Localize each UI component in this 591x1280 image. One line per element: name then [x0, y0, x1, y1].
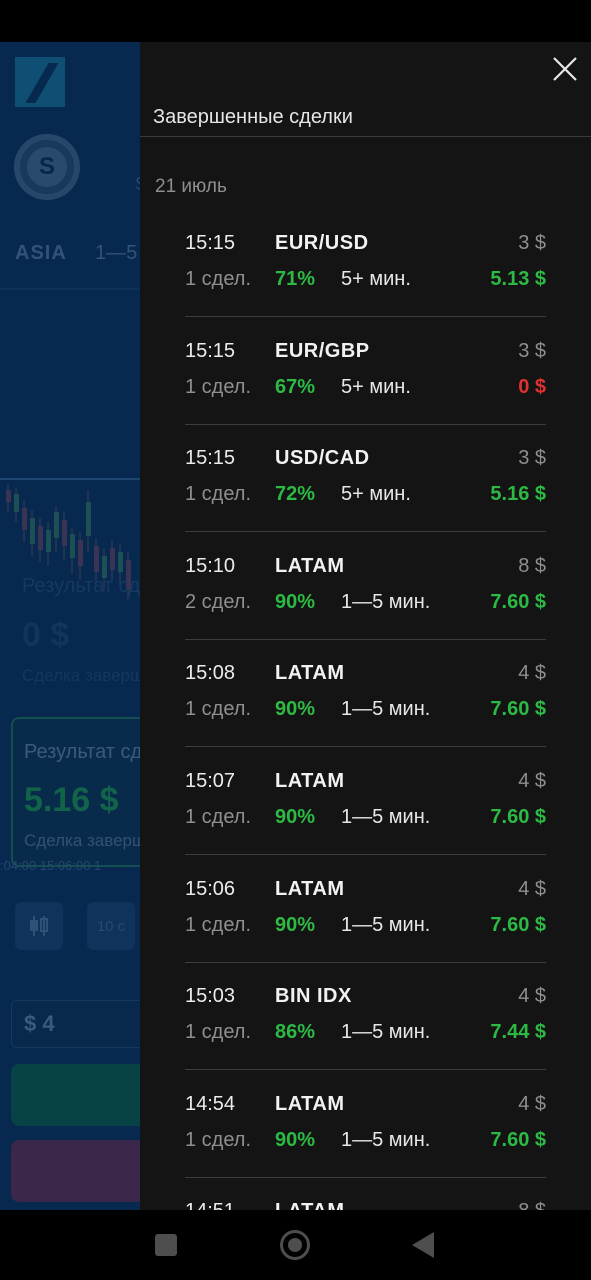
row-divider — [185, 316, 546, 317]
deal-row[interactable]: 15:03 BIN IDX 4 $ 1 сдел. 86% 1—5 мин. 7… — [185, 975, 546, 1083]
drawer-title: Завершенные сделки — [153, 106, 353, 128]
deal-time: 15:06 — [185, 877, 236, 900]
deal-asset: LATAM — [275, 877, 345, 900]
deal-count: 1 сдел. — [185, 805, 252, 828]
deal-duration: 1—5 мин. — [341, 698, 431, 721]
deal-duration: 1—5 мин. — [341, 1021, 431, 1044]
deal-row[interactable]: 15:07 LATAM 4 $ 1 сдел. 90% 1—5 мин. 7.6… — [185, 760, 546, 868]
deal-row[interactable]: 15:15 USD/CAD 3 $ 1 сдел. 72% 5+ мин. 5.… — [185, 437, 546, 545]
deal-profit: 7.60 $ — [490, 805, 546, 828]
deal-duration: 1—5 мин. — [341, 805, 431, 828]
deal-stake: 4 $ — [518, 1092, 546, 1115]
deal-asset: BIN IDX — [275, 985, 352, 1008]
deal-count: 1 сдел. — [185, 913, 252, 936]
deal-duration: 1—5 мин. — [341, 1128, 431, 1151]
deal-stake: 3 $ — [518, 232, 546, 254]
deal-time: 14:54 — [185, 1092, 236, 1115]
deal-stake: 4 $ — [518, 985, 546, 1008]
deal-asset: EUR/GBP — [275, 339, 370, 362]
deal-payout: 72% — [275, 483, 316, 506]
date-group-label: 21 июль — [155, 176, 227, 197]
recents-square-icon[interactable] — [155, 1234, 177, 1256]
deal-row[interactable]: 15:06 LATAM 4 $ 1 сдел. 90% 1—5 мин. 7.6… — [185, 868, 546, 976]
status-bar — [0, 0, 591, 42]
deal-row[interactable]: 15:15 EUR/USD 3 $ 1 сдел. 71% 5+ мин. 5.… — [185, 222, 546, 330]
deal-profit: 7.60 $ — [490, 913, 546, 936]
deal-payout: 90% — [275, 913, 316, 936]
deal-payout: 90% — [275, 698, 316, 721]
deal-time: 15:08 — [185, 662, 236, 685]
deal-row[interactable]: 15:15 EUR/GBP 3 $ 1 сдел. 67% 5+ мин. 0 … — [185, 330, 546, 438]
deal-payout: 90% — [275, 590, 316, 613]
deal-row[interactable]: 14:54 LATAM 4 $ 1 сдел. 90% 1—5 мин. 7.6… — [185, 1083, 546, 1191]
deal-stake: 8 $ — [518, 1200, 546, 1210]
deal-row[interactable]: 14:51 LATAM 8 $ — [185, 1190, 546, 1210]
row-divider — [185, 1176, 546, 1178]
deal-duration: 5+ мин. — [341, 268, 411, 290]
deal-count: 2 сдел. — [185, 590, 252, 613]
deal-stake: 4 $ — [518, 877, 546, 900]
deal-count: 1 сдел. — [185, 698, 252, 721]
deal-time: 15:15 — [185, 232, 236, 254]
completed-deals-drawer: Завершенные сделки 21 июль 15:15 EUR/USD… — [140, 42, 591, 1210]
deal-profit: 7.60 $ — [490, 698, 546, 721]
deal-stake: 8 $ — [518, 554, 546, 577]
deal-duration: 5+ мин. — [341, 375, 411, 398]
deal-row[interactable]: 15:08 LATAM 4 $ 1 сдел. 90% 1—5 мин. 7.6… — [185, 652, 546, 760]
deal-count: 1 сдел. — [185, 1021, 252, 1044]
deal-duration: 5+ мин. — [341, 483, 411, 506]
deal-payout: 86% — [275, 1021, 316, 1044]
deal-payout: 90% — [275, 805, 316, 828]
deal-payout: 67% — [275, 375, 316, 398]
deal-time: 15:15 — [185, 339, 236, 362]
deal-stake: 4 $ — [518, 662, 546, 685]
deal-stake: 4 $ — [518, 769, 546, 792]
deal-duration: 1—5 мин. — [341, 590, 431, 613]
deal-asset: EUR/USD — [275, 232, 369, 254]
deals-list: 15:15 EUR/USD 3 $ 1 сдел. 71% 5+ мин. 5.… — [185, 222, 546, 1210]
deal-profit: 5.13 $ — [490, 268, 546, 290]
deal-time: 15:15 — [185, 447, 236, 470]
deal-asset: LATAM — [275, 1092, 345, 1115]
row-divider — [185, 746, 546, 748]
deal-asset: LATAM — [275, 662, 345, 685]
row-divider — [185, 423, 546, 425]
deal-asset: LATAM — [275, 554, 345, 577]
row-divider — [185, 1069, 546, 1071]
deal-profit: 5.16 $ — [490, 483, 546, 506]
deal-count: 1 сдел. — [185, 268, 252, 290]
deal-stake: 3 $ — [518, 447, 546, 470]
close-icon — [553, 57, 577, 81]
deal-profit: 0 $ — [518, 375, 546, 398]
deal-count: 1 сдел. — [185, 483, 252, 506]
deal-asset: LATAM — [275, 1200, 345, 1210]
deal-count: 1 сдел. — [185, 375, 252, 398]
deal-time: 15:10 — [185, 554, 236, 577]
deal-profit: 7.60 $ — [490, 590, 546, 613]
header-divider — [140, 136, 591, 137]
deal-asset: USD/CAD — [275, 447, 370, 470]
row-divider — [185, 531, 546, 533]
row-divider — [185, 961, 546, 963]
deal-payout: 90% — [275, 1128, 316, 1151]
deal-duration: 1—5 мин. — [341, 913, 431, 936]
deal-time: 14:51 — [185, 1200, 235, 1210]
deal-profit: 7.60 $ — [490, 1128, 546, 1151]
deal-row[interactable]: 15:10 LATAM 8 $ 2 сдел. 90% 1—5 мин. 7.6… — [185, 545, 546, 653]
deal-asset: LATAM — [275, 769, 345, 792]
home-circle-icon[interactable] — [280, 1230, 310, 1260]
row-divider — [185, 853, 546, 855]
deal-time: 15:07 — [185, 769, 236, 792]
row-divider — [185, 638, 546, 640]
close-button[interactable] — [552, 56, 578, 82]
deal-payout: 71% — [275, 268, 316, 290]
deal-stake: 3 $ — [518, 339, 546, 362]
deal-count: 1 сдел. — [185, 1128, 252, 1151]
back-triangle-icon[interactable] — [412, 1232, 434, 1258]
deal-profit: 7.44 $ — [490, 1021, 546, 1044]
system-nav-bar — [0, 1210, 591, 1280]
deal-time: 15:03 — [185, 985, 236, 1008]
